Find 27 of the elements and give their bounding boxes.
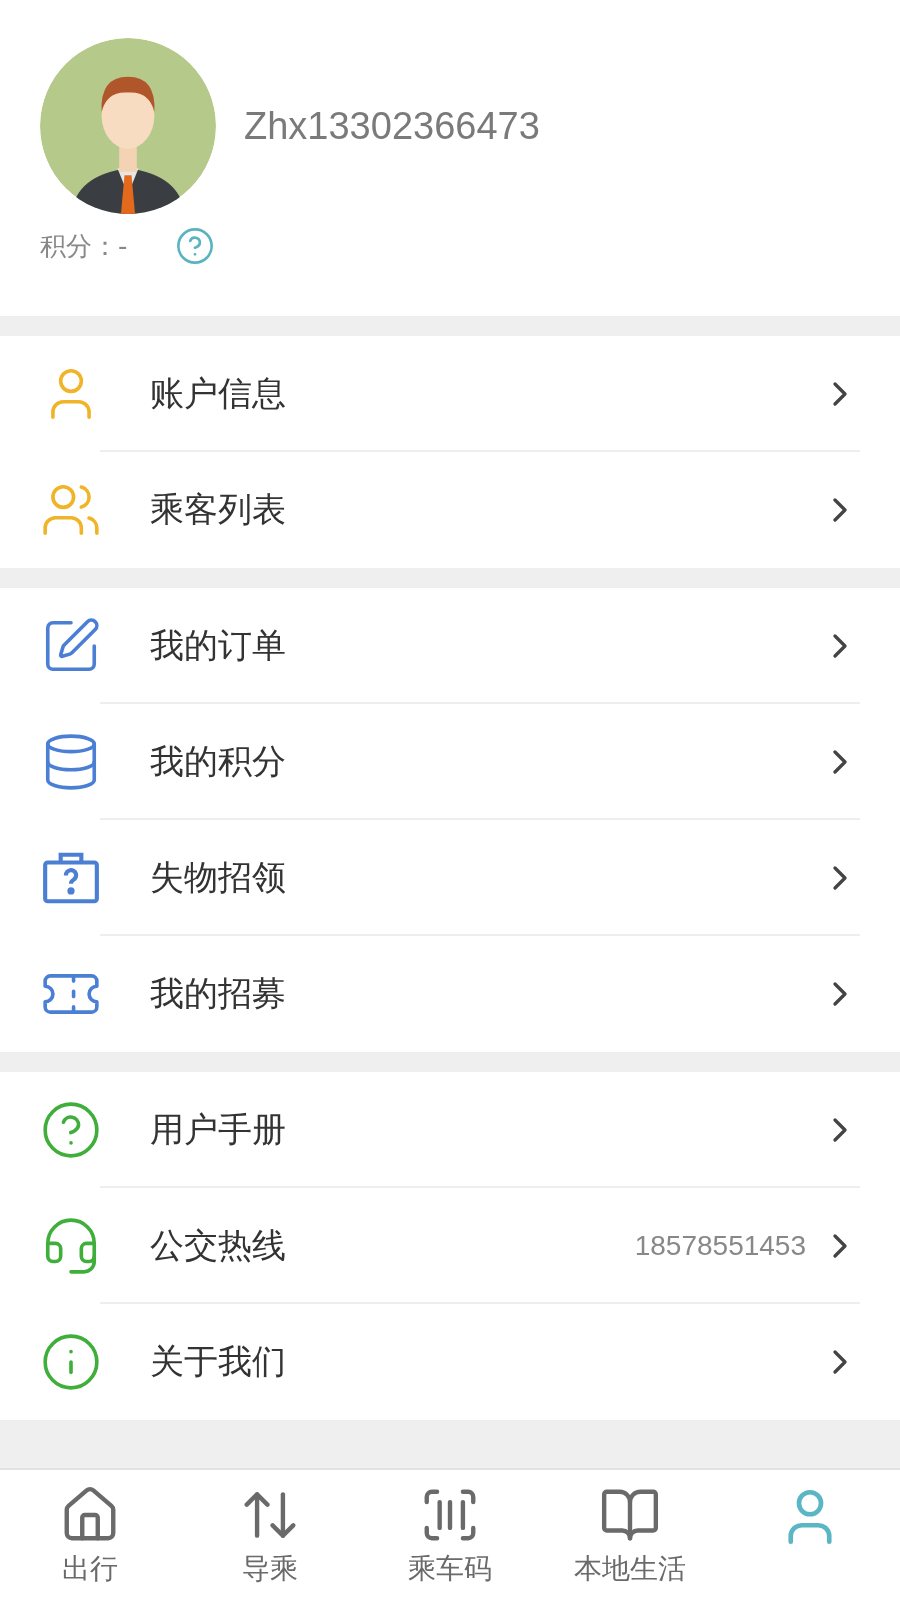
- menu-label: 公交热线: [150, 1224, 287, 1267]
- points-label: 积分：: [40, 229, 118, 263]
- menu-label: 乘客列表: [150, 488, 287, 531]
- menu-label: 我的订单: [150, 624, 287, 667]
- menu-item[interactable]: 我的招募: [0, 936, 900, 1052]
- menu-item[interactable]: 账户信息: [0, 336, 900, 452]
- menu-label: 用户手册: [150, 1108, 287, 1151]
- menu-label: 关于我们: [150, 1340, 287, 1383]
- points-value: -: [118, 231, 128, 261]
- menu-item[interactable]: 用户手册: [0, 1072, 900, 1188]
- tab[interactable]: 乘车码: [360, 1470, 540, 1600]
- menu-item[interactable]: 我的积分: [0, 704, 900, 820]
- tab[interactable]: 导乘: [180, 1470, 360, 1600]
- menu-label: 账户信息: [150, 372, 287, 415]
- help-icon[interactable]: [175, 226, 216, 266]
- menu-item[interactable]: 公交热线 18578551453: [0, 1188, 900, 1304]
- menu-label: 失物招领: [150, 856, 287, 899]
- menu-label: 我的积分: [150, 740, 287, 783]
- tab[interactable]: 出行: [0, 1470, 180, 1600]
- menu-label: 我的招募: [150, 972, 287, 1015]
- hotline-number: 18578551453: [634, 1230, 806, 1262]
- menu-item[interactable]: 失物招领: [0, 820, 900, 936]
- menu-item[interactable]: 关于我们: [0, 1304, 900, 1420]
- menu-item[interactable]: 我的订单: [0, 588, 900, 704]
- menu-item[interactable]: 乘客列表: [0, 452, 900, 568]
- tab[interactable]: 本地生活: [540, 1470, 720, 1600]
- username: Zhx13302366473: [244, 104, 540, 148]
